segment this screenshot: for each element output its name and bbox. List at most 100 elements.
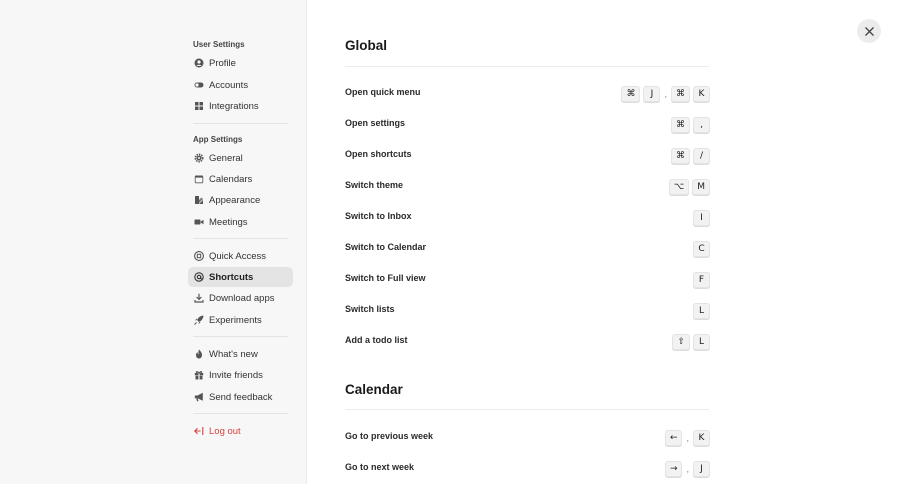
toggle-icon xyxy=(194,80,204,90)
key-cap: ⌘ xyxy=(621,86,641,102)
shortcuts-panel: Global Open quick menu ⌘ J , ⌘ K Open se… xyxy=(308,0,900,484)
logout-icon xyxy=(194,426,204,436)
sidebar-item-label: Download apps xyxy=(209,292,275,304)
section-divider xyxy=(345,66,709,67)
key-cap: C xyxy=(693,241,710,257)
sidebar-item-experiments[interactable]: Experiments xyxy=(188,310,293,330)
sidebar-item-calendars[interactable]: Calendars xyxy=(188,169,293,189)
sidebar-item-label: Calendars xyxy=(209,173,253,185)
key-cap: K xyxy=(693,430,710,446)
shortcut-label: Open settings xyxy=(345,118,406,128)
key-cap: L xyxy=(693,334,710,350)
shortcut-label: Open shortcuts xyxy=(345,149,412,159)
sidebar-item-shortcuts[interactable]: Shortcuts xyxy=(188,267,293,287)
sidebar-item-invite-friends[interactable]: Invite friends xyxy=(188,365,293,385)
key-cap: J xyxy=(643,86,661,102)
sidebar-item-label: Appearance xyxy=(209,194,261,206)
key-cap: I xyxy=(693,210,710,226)
sidebar-item-send-feedback[interactable]: Send feedback xyxy=(188,387,293,407)
key-cap: ← xyxy=(664,430,683,446)
shortcut-label: Switch to Calendar xyxy=(345,242,427,252)
key-separator: , xyxy=(686,433,689,443)
key-cap: F xyxy=(693,272,710,288)
key-cap: L xyxy=(693,303,710,319)
gear-icon xyxy=(194,153,204,163)
sidebar-item-accounts[interactable]: Accounts xyxy=(188,75,293,95)
user-circle-icon xyxy=(194,58,204,68)
sidebar-item-log-out[interactable]: Log out xyxy=(188,421,293,441)
sidebar-item-download-apps[interactable]: Download apps xyxy=(188,288,293,308)
key-cap: ⌘ xyxy=(671,86,690,102)
sidebar-item-label: What's new xyxy=(209,348,258,360)
megaphone-icon xyxy=(194,392,204,402)
sidebar-divider xyxy=(193,238,288,239)
sidebar-item-whats-new[interactable]: What's new xyxy=(188,344,293,364)
sidebar-divider xyxy=(193,336,288,337)
video-camera-icon xyxy=(194,217,204,227)
sidebar-item-quick-access[interactable]: Quick Access xyxy=(188,246,293,266)
sidebar-item-label: Accounts xyxy=(209,79,249,91)
shortcut-label: Open quick menu xyxy=(345,87,421,97)
shortcut-keys: ⇧ L xyxy=(672,334,710,350)
shortcut-keys: I xyxy=(693,210,710,226)
close-button[interactable] xyxy=(857,19,881,43)
sidebar-item-general[interactable]: General xyxy=(188,148,293,168)
shortcut-label: Switch lists xyxy=(345,304,395,314)
shortcut-keys: ⌘ , xyxy=(671,117,710,133)
sidebar-item-label: General xyxy=(209,152,243,164)
sidebar-item-label: Meetings xyxy=(209,216,248,228)
key-cap: K xyxy=(693,86,710,102)
sidebar-divider xyxy=(193,123,288,124)
sidebar-item-profile[interactable]: Profile xyxy=(188,53,293,73)
calendar-section-title: Calendar xyxy=(345,382,403,397)
sidebar-item-label: Quick Access xyxy=(209,250,267,262)
shortcut-keys: F xyxy=(693,272,710,288)
sidebar-item-label: Invite friends xyxy=(209,369,263,381)
shortcut-keys: C xyxy=(693,241,710,257)
sidebar-item-label: Integrations xyxy=(209,100,259,112)
shortcut-label: Switch to Inbox xyxy=(345,211,412,221)
palette-icon xyxy=(194,195,204,205)
shortcut-keys: ⌘ J , ⌘ K xyxy=(621,86,710,102)
shortcut-keys: → , J xyxy=(664,461,710,477)
key-separator: , xyxy=(686,464,689,474)
key-cap: J xyxy=(693,461,710,477)
sidebar-divider xyxy=(193,413,288,414)
shortcut-keys: L xyxy=(693,303,710,319)
sidebar-item-label: Send feedback xyxy=(209,391,273,403)
sidebar-item-label: Experiments xyxy=(209,314,262,326)
app-settings-heading: App Settings xyxy=(193,135,243,144)
key-cap: ⌘ xyxy=(671,148,690,164)
grid-icon xyxy=(194,101,204,111)
flame-icon xyxy=(194,349,204,359)
sidebar-item-appearance[interactable]: Appearance xyxy=(188,190,293,210)
key-cap: ⇧ xyxy=(672,334,690,350)
user-settings-heading: User Settings xyxy=(193,40,245,49)
key-cap: M xyxy=(692,179,710,195)
sidebar-item-label: Log out xyxy=(209,425,241,437)
key-cap: , xyxy=(693,117,710,133)
sidebar-item-label: Profile xyxy=(209,57,236,69)
calendar-icon xyxy=(194,174,204,184)
gift-icon xyxy=(194,370,204,380)
sidebar-item-meetings[interactable]: Meetings xyxy=(188,212,293,232)
shortcut-label: Switch to Full view xyxy=(345,273,426,283)
settings-sidebar: User Settings Profile Accounts Integrati… xyxy=(0,0,307,484)
shortcut-label: Add a todo list xyxy=(345,335,408,345)
key-separator: , xyxy=(664,89,667,99)
shortcut-keys: ← , K xyxy=(664,430,710,446)
download-icon xyxy=(194,293,204,303)
shortcut-label: Go to next week xyxy=(345,462,415,472)
rocket-icon xyxy=(194,315,204,325)
sidebar-item-label: Shortcuts xyxy=(209,271,254,283)
close-icon xyxy=(864,26,874,36)
shortcut-label: Go to previous week xyxy=(345,431,434,441)
key-cap: ⌥ xyxy=(668,179,690,195)
key-cap: ⌘ xyxy=(671,117,690,133)
key-cap: / xyxy=(693,148,710,164)
command-circle-icon xyxy=(194,251,204,261)
section-divider xyxy=(345,409,709,410)
key-cap: → xyxy=(664,461,683,477)
sidebar-item-integrations[interactable]: Integrations xyxy=(188,96,293,116)
shortcut-keys: ⌥ M xyxy=(668,179,710,195)
